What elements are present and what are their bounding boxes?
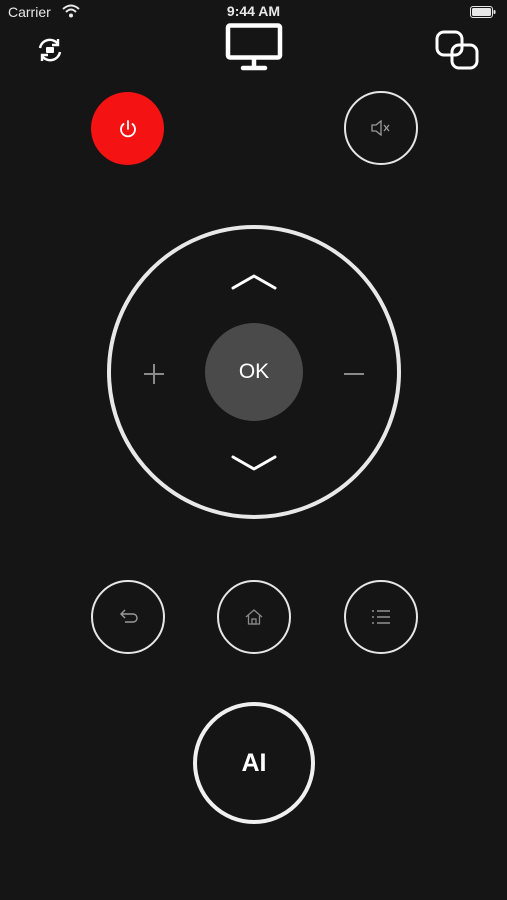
ai-button[interactable]: AI — [193, 702, 315, 824]
monitor-icon — [225, 23, 283, 71]
refresh-tv-button[interactable] — [34, 34, 66, 66]
plus-icon — [144, 364, 164, 384]
minus-icon — [344, 373, 364, 375]
down-button[interactable] — [222, 443, 286, 483]
menu-button[interactable] — [344, 580, 418, 654]
back-button[interactable] — [91, 580, 165, 654]
mute-icon — [371, 119, 390, 137]
plus-button[interactable] — [132, 352, 176, 396]
status-time: 9:44 AM — [226, 3, 281, 19]
back-icon — [120, 609, 138, 623]
ok-button[interactable]: OK — [205, 323, 303, 421]
minus-button[interactable] — [332, 352, 376, 396]
monitor-button[interactable] — [224, 22, 284, 72]
menu-list-icon — [372, 610, 390, 624]
up-button[interactable] — [222, 262, 286, 302]
home-button[interactable] — [217, 580, 291, 654]
power-button[interactable] — [91, 92, 164, 165]
home-icon — [245, 609, 263, 625]
power-icon — [119, 119, 136, 137]
chevron-down-icon — [231, 455, 277, 471]
battery-icon — [470, 6, 496, 18]
link-button[interactable] — [435, 29, 481, 71]
link-icon — [435, 30, 479, 70]
refresh-tv-icon — [38, 38, 62, 62]
mute-button[interactable] — [344, 91, 418, 165]
chevron-up-icon — [231, 274, 277, 290]
